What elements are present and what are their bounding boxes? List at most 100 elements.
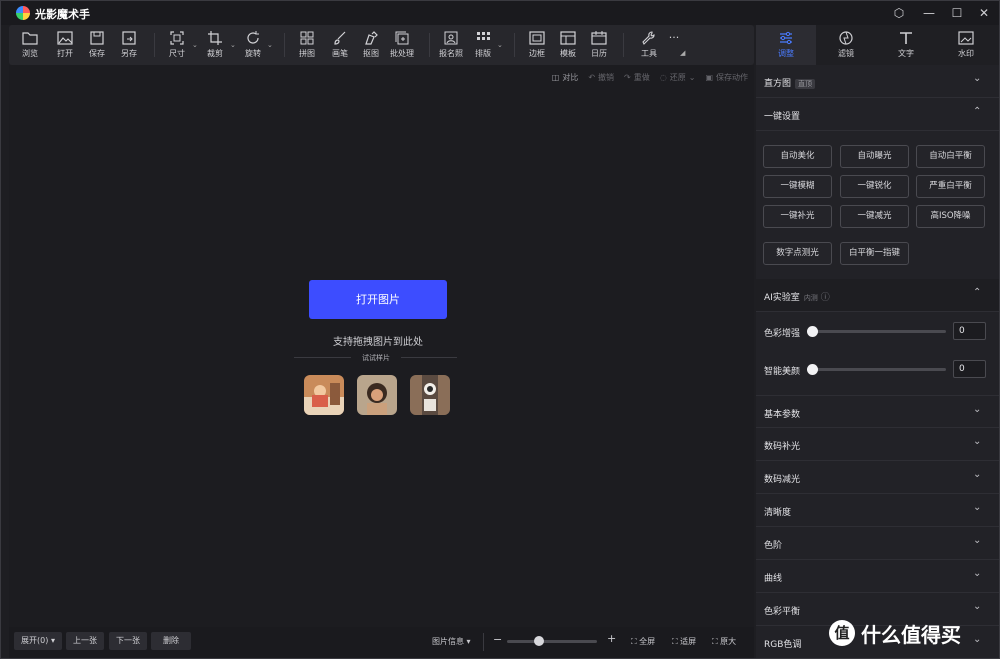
prev-button[interactable]: 上一张: [66, 632, 104, 650]
smart-beauty-input[interactable]: 0: [953, 360, 986, 378]
canvas-area[interactable]: ◫ 对比 ↶ 撤销 ↷ 重做 ◌ 还原 ⌄ ▣ 保存动作 打开图片 支持拖拽图片到此处 试试…: [9, 65, 754, 627]
redo-icon: ↷: [624, 72, 631, 82]
severe-white-balance-button[interactable]: 严重白平衡: [916, 175, 985, 198]
tool-rotate[interactable]: 旋转: [237, 29, 269, 61]
zoom-slider[interactable]: [507, 640, 597, 643]
sample-label: 试试样片: [351, 353, 401, 363]
minimize-button[interactable]: —: [919, 4, 939, 22]
restore-button[interactable]: ◌ 还原 ⌄: [660, 72, 696, 83]
tool-open[interactable]: 打开: [49, 29, 81, 61]
chevron-down-icon[interactable]: ⌄: [973, 470, 981, 480]
image-info-button[interactable]: 图片信息 ▾: [432, 636, 471, 647]
title-bar: 光影魔术手 ⬡ — ☐ ✕: [1, 1, 999, 25]
section-histogram[interactable]: 直方图 直顶 ⌄: [756, 65, 999, 98]
redo-button[interactable]: ↷ 重做: [624, 72, 650, 83]
high-iso-denoise-button[interactable]: 高ISO降噪: [916, 205, 985, 228]
chevron-down-icon[interactable]: ⌄: [973, 602, 981, 612]
save-icon: [90, 31, 104, 45]
section-digital-reduce-light[interactable]: 数码减光 ⌄: [756, 461, 999, 494]
tool-id-photo[interactable]: 报名照: [435, 29, 467, 61]
color-enhance-knob[interactable]: [807, 326, 818, 337]
fill-light-button[interactable]: 一键补光: [763, 205, 832, 228]
chevron-down-icon[interactable]: ⌄: [267, 41, 273, 49]
settings-icon[interactable]: ⬡: [889, 4, 909, 22]
undo-button[interactable]: ↶ 撤销: [588, 72, 614, 83]
section-levels[interactable]: 色阶 ⌄: [756, 527, 999, 560]
tool-template[interactable]: 模板: [552, 29, 584, 61]
maximize-button[interactable]: ☐: [947, 4, 967, 22]
tool-batch[interactable]: 批处理: [386, 29, 418, 61]
histogram-tag[interactable]: 直顶: [795, 79, 816, 89]
chevron-down-icon[interactable]: ⌄: [973, 536, 981, 546]
fullscreen-button[interactable]: ⛶ 全屏: [631, 636, 655, 647]
tool-frame[interactable]: 边框: [521, 29, 553, 61]
white-balance-pick-button[interactable]: 白平衡一指键: [840, 242, 909, 265]
tab-watermark[interactable]: 水印: [936, 25, 996, 65]
one-click-sharpen-button[interactable]: 一键锐化: [840, 175, 909, 198]
main-toolbar: 浏览 打开 保存 另存 尺寸 ⌄ 裁剪 ⌄ 旋转 ⌄ 拼图 画笔 抠图 批处理 …: [9, 25, 754, 65]
help-icon[interactable]: ⓘ: [821, 293, 830, 303]
chevron-up-icon[interactable]: ⌃: [973, 288, 981, 298]
expand-corner-icon[interactable]: ◢: [680, 49, 685, 57]
tool-save-as[interactable]: 另存: [113, 29, 145, 61]
tab-adjust[interactable]: 调整: [756, 25, 816, 65]
adjust-panel: 直方图 直顶 ⌄ 一键设置 ⌃ 自动美化 自动曝光 自动白平衡 一键模糊 一键锐化…: [756, 65, 999, 658]
undo-icon: ↶: [588, 72, 596, 82]
tool-cutout[interactable]: 抠图: [355, 29, 387, 61]
zoom-slider-knob[interactable]: [533, 636, 544, 646]
spot-metering-button[interactable]: 数字点测光: [763, 242, 832, 265]
one-click-blur-button[interactable]: 一键模糊: [763, 175, 832, 198]
auto-white-balance-button[interactable]: 自动白平衡: [916, 145, 985, 168]
chevron-down-icon[interactable]: ⌄: [497, 41, 503, 49]
save-action-button[interactable]: ▣ 保存动作: [705, 72, 748, 83]
delete-button[interactable]: 删除: [151, 632, 191, 650]
chevron-down-icon[interactable]: ⌄: [973, 74, 981, 84]
tool-layout[interactable]: 排版: [467, 29, 499, 61]
smart-beauty-slider[interactable]: [811, 368, 946, 371]
section-digital-fill-light[interactable]: 数码补光 ⌄: [756, 428, 999, 461]
auto-exposure-button[interactable]: 自动曝光: [840, 145, 909, 168]
tool-save[interactable]: 保存: [81, 29, 113, 61]
tab-filter[interactable]: 滤镜: [816, 25, 876, 65]
sample-thumbnail-3[interactable]: [410, 375, 450, 415]
smart-beauty-knob[interactable]: [807, 364, 818, 375]
tool-calendar[interactable]: 日历: [583, 29, 615, 61]
fit-screen-button[interactable]: ⛶ 适屏: [672, 636, 696, 647]
chevron-down-icon[interactable]: ⌄: [230, 41, 236, 49]
sample-thumbnail-1[interactable]: [304, 375, 344, 415]
section-quick-settings[interactable]: 一键设置 ⌃: [756, 98, 999, 131]
tool-brush[interactable]: 画笔: [324, 29, 356, 61]
chevron-down-icon[interactable]: ⌄: [973, 569, 981, 579]
color-enhance-input[interactable]: 0: [953, 322, 986, 340]
section-clarity[interactable]: 清晰度 ⌄: [756, 494, 999, 527]
sample-thumbnail-2[interactable]: [357, 375, 397, 415]
zoom-in-button[interactable]: +: [607, 632, 616, 645]
tool-resize[interactable]: 尺寸: [161, 29, 193, 61]
chevron-up-icon[interactable]: ⌃: [973, 107, 981, 117]
close-button[interactable]: ✕: [974, 4, 994, 22]
original-size-button[interactable]: ⛶ 原大: [712, 636, 736, 647]
chevron-down-icon[interactable]: ⌄: [973, 635, 981, 645]
tab-text[interactable]: 文字: [876, 25, 936, 65]
compare-button[interactable]: ◫ 对比: [552, 72, 579, 83]
tool-collage[interactable]: 拼图: [291, 29, 323, 61]
chevron-down-icon[interactable]: ⌄: [973, 405, 981, 415]
open-image-button[interactable]: 打开图片: [309, 280, 447, 319]
zoom-out-button[interactable]: −: [493, 633, 502, 646]
section-ai-lab[interactable]: AI实验室 内测 ⓘ ⌃: [756, 279, 999, 312]
chevron-down-icon[interactable]: ⌄: [973, 503, 981, 513]
tool-tools[interactable]: 工具: [633, 29, 665, 61]
filter-icon: [839, 31, 853, 45]
section-basic-params[interactable]: 基本参数 ⌄: [756, 395, 999, 428]
tool-browse[interactable]: 浏览: [14, 29, 46, 61]
chevron-down-icon[interactable]: ⌄: [973, 437, 981, 447]
chevron-down-icon[interactable]: ⌄: [192, 41, 198, 49]
reduce-light-button[interactable]: 一键减光: [840, 205, 909, 228]
color-enhance-slider[interactable]: [811, 330, 946, 333]
section-curves[interactable]: 曲线 ⌄: [756, 560, 999, 593]
tool-crop[interactable]: 裁剪: [199, 29, 231, 61]
auto-beautify-button[interactable]: 自动美化: [763, 145, 832, 168]
expand-dropdown[interactable]: 展开(0) ▾: [14, 632, 62, 650]
brush-icon: [334, 31, 346, 45]
next-button[interactable]: 下一张: [109, 632, 147, 650]
